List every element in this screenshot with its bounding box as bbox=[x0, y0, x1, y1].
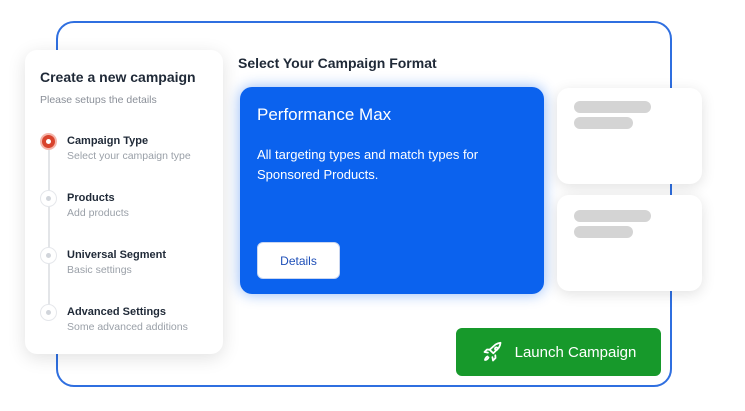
skeleton-line bbox=[574, 101, 651, 113]
step-label: Products bbox=[67, 192, 115, 204]
step-indicator-icon bbox=[40, 247, 57, 264]
step-advanced-settings[interactable]: Advanced Settings Some advanced addition… bbox=[40, 303, 220, 343]
step-description: Basic settings bbox=[67, 264, 132, 276]
step-description: Select your campaign type bbox=[67, 150, 191, 162]
step-campaign-type[interactable]: Campaign Type Select your campaign type bbox=[40, 132, 220, 172]
step-universal-segment[interactable]: Universal Segment Basic settings bbox=[40, 246, 220, 286]
step-active-indicator-icon bbox=[40, 133, 57, 150]
page-title: Select Your Campaign Format bbox=[238, 55, 437, 71]
format-name: Performance Max bbox=[257, 105, 392, 124]
format-card-placeholder[interactable] bbox=[557, 195, 702, 291]
steps-subtitle: Please setups the details bbox=[40, 94, 157, 106]
step-description: Some advanced additions bbox=[67, 321, 188, 333]
skeleton-line bbox=[574, 210, 651, 222]
format-description: All targeting types and match types for … bbox=[257, 147, 479, 182]
step-indicator-icon bbox=[40, 190, 57, 207]
steps-title: Create a new campaign bbox=[40, 69, 196, 85]
step-label: Advanced Settings bbox=[67, 306, 167, 318]
skeleton-line bbox=[574, 226, 633, 238]
step-products[interactable]: Products Add products bbox=[40, 189, 220, 229]
format-card-selected[interactable]: Performance Max All targeting types and … bbox=[240, 87, 544, 294]
launch-campaign-label: Launch Campaign bbox=[514, 343, 637, 361]
step-indicator-icon bbox=[40, 304, 57, 321]
rocket-icon bbox=[481, 340, 505, 364]
step-label: Universal Segment bbox=[67, 249, 167, 261]
skeleton-line bbox=[574, 117, 633, 129]
step-description: Add products bbox=[67, 207, 129, 219]
step-label: Campaign Type bbox=[67, 135, 149, 147]
format-card-placeholder[interactable] bbox=[557, 88, 702, 184]
launch-campaign-button[interactable]: Launch Campaign bbox=[456, 328, 661, 376]
details-button[interactable]: Details bbox=[257, 242, 340, 279]
